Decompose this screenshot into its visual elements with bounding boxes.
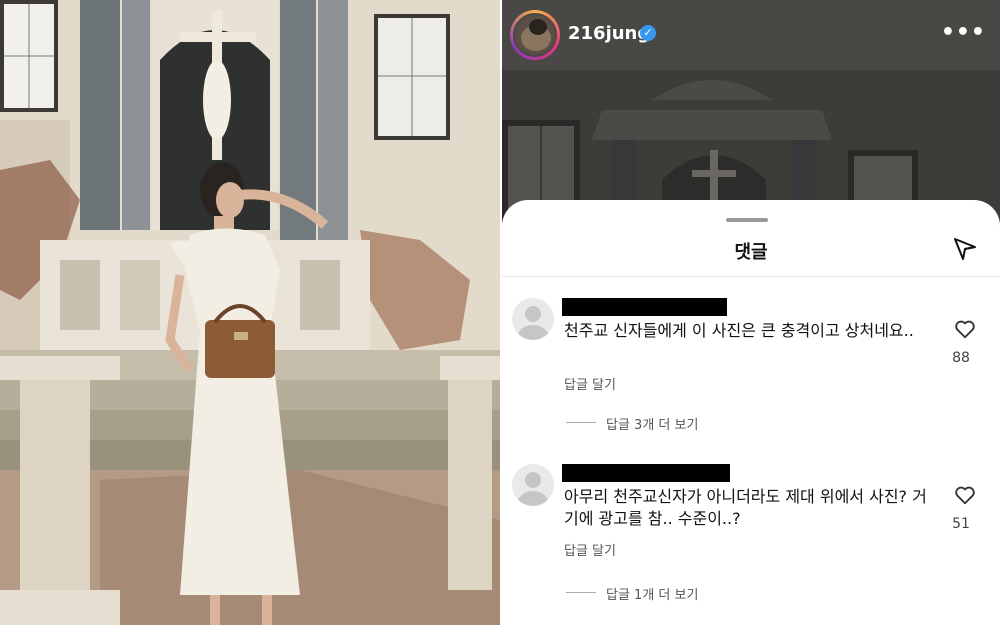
replies-line (566, 422, 596, 423)
like-heart-icon[interactable] (954, 484, 976, 506)
view-replies-button[interactable]: 답글 3개 더 보기 (606, 414, 698, 433)
church-photo-illustration (0, 0, 500, 625)
reply-button[interactable]: 답글 달기 (564, 374, 616, 393)
post-header: 216jung ✓ ••• (502, 0, 1000, 70)
redacted-username (562, 464, 730, 482)
commenter-avatar[interactable] (512, 464, 554, 506)
more-options-icon[interactable]: ••• (941, 20, 986, 45)
comment-item: 아무리 천주교신자가 아니더라도 제대 위에서 사진? 거기에 광고를 참.. … (502, 458, 1000, 608)
comment-text: 천주교 신자들에게 이 사진은 큰 충격이고 상처네요.. (564, 321, 914, 340)
like-count: 88 (952, 350, 970, 366)
username[interactable]: 216jung (568, 23, 650, 44)
like-heart-icon[interactable] (954, 318, 976, 340)
sheet-divider (502, 276, 1000, 277)
drag-handle[interactable] (726, 218, 768, 222)
send-icon[interactable] (952, 236, 978, 262)
commenter-avatar[interactable] (512, 298, 554, 340)
comments-sheet: 댓글 천주교 신자들에게 이 사진은 큰 충격이고 상처네요.. 답글 달기 답… (502, 200, 1000, 625)
sheet-title: 댓글 (734, 242, 768, 263)
redacted-username (562, 298, 727, 316)
like-count: 51 (952, 516, 970, 532)
replies-line (566, 592, 596, 593)
profile-avatar[interactable] (510, 10, 560, 60)
instagram-comments-panel: 216jung ✓ ••• 댓글 천주교 신자들에게 이 사진은 큰 충격이고 … (502, 0, 1000, 625)
verified-badge-icon: ✓ (640, 25, 656, 41)
comment-item: 천주교 신자들에게 이 사진은 큰 충격이고 상처네요.. 답글 달기 답글 3… (502, 292, 1000, 442)
comment-text: 아무리 천주교신자가 아니더라도 제대 위에서 사진? 거기에 광고를 참.. … (564, 487, 927, 528)
church-photo (0, 0, 500, 625)
view-replies-button[interactable]: 답글 1개 더 보기 (606, 584, 698, 603)
avatar-image (513, 13, 557, 57)
reply-button[interactable]: 답글 달기 (564, 540, 616, 559)
